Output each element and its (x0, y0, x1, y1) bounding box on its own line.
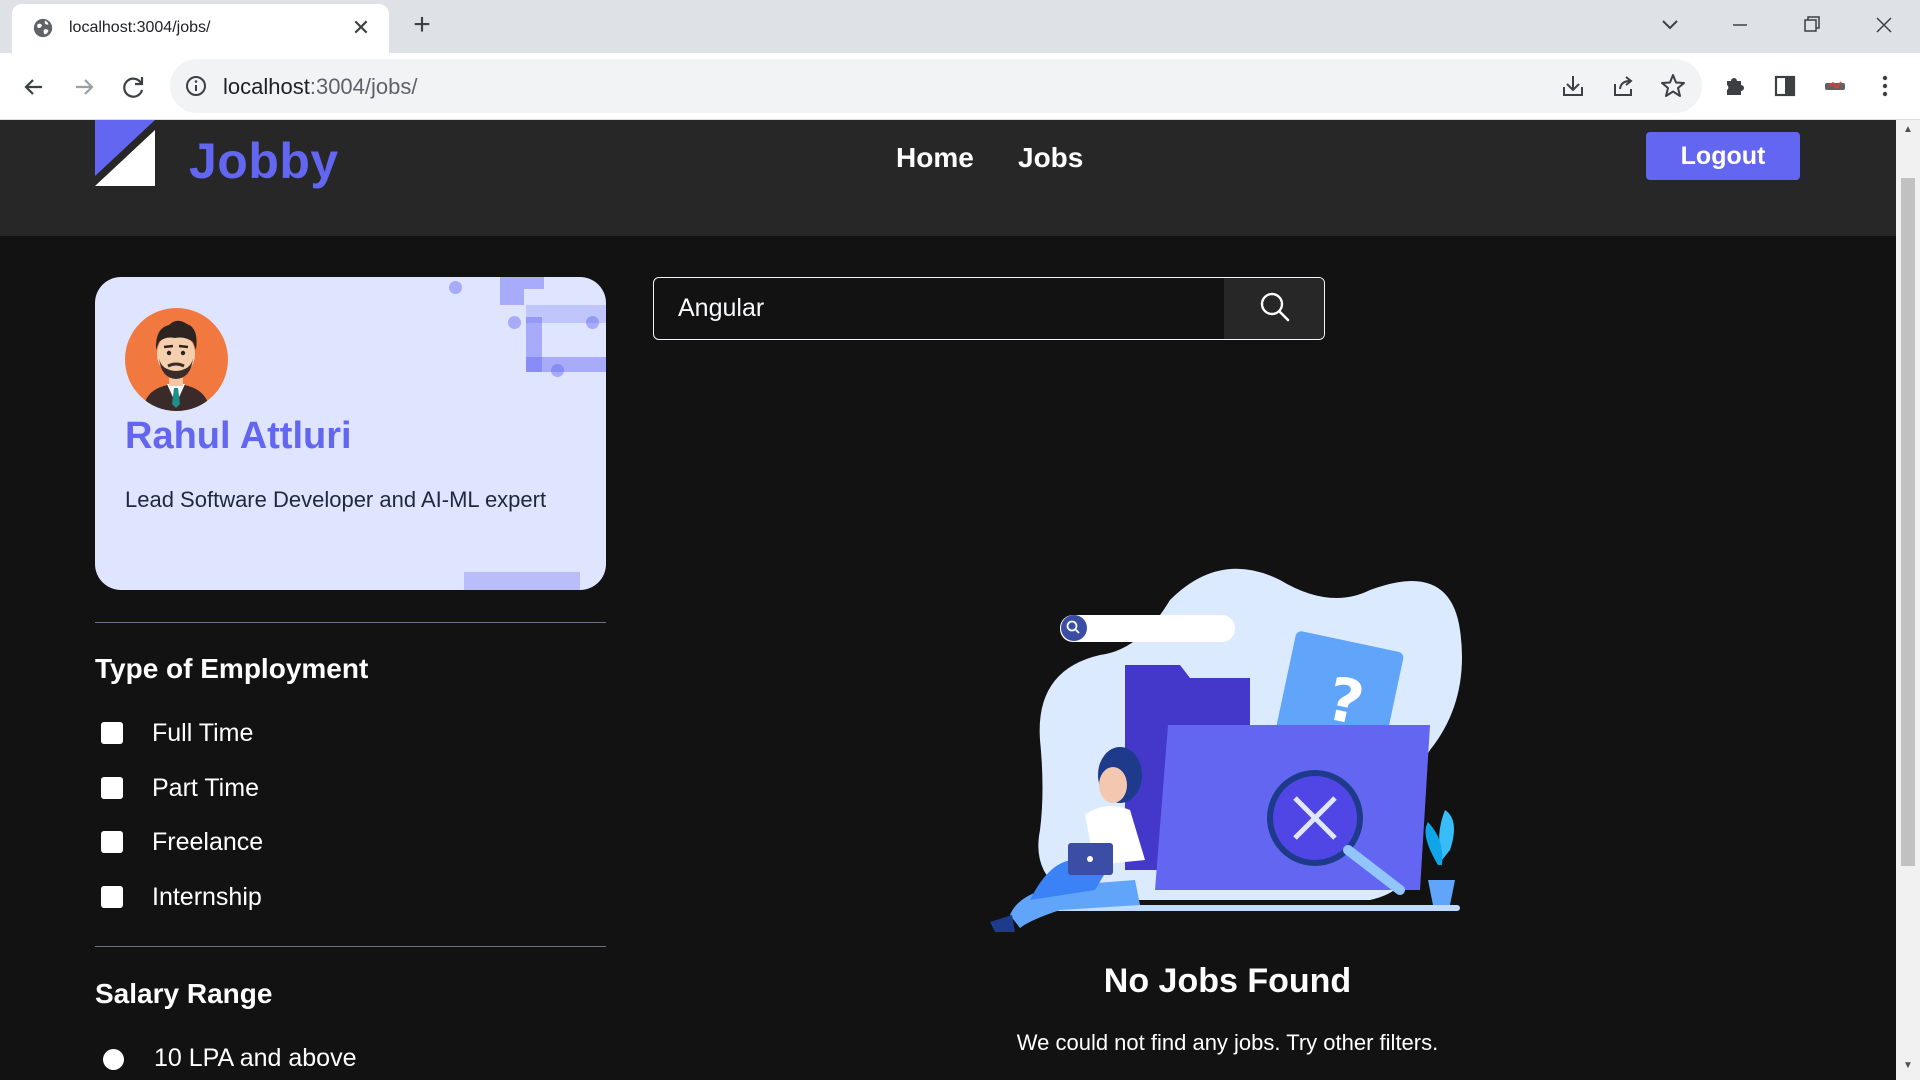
job-search-box (653, 277, 1325, 340)
page-scrollbar[interactable]: ▲ ▼ (1896, 120, 1920, 1080)
url-path: :3004/jobs/ (309, 74, 418, 99)
no-jobs-title: No Jobs Found (1103, 962, 1352, 1000)
menu-kebab-icon[interactable] (1869, 70, 1901, 102)
side-panel-icon[interactable] (1769, 70, 1801, 102)
address-bar[interactable]: localhost:3004/jobs/ (170, 59, 1702, 113)
profile-bio: Lead Software Developer and AI-ML expert (125, 487, 547, 512)
site-info-icon[interactable] (184, 74, 208, 98)
close-tab-icon[interactable]: ✕ (349, 16, 373, 40)
restore-icon[interactable] (1797, 10, 1827, 40)
nav-jobs-link[interactable]: Jobs (1018, 142, 1083, 174)
browser-tabstrip: localhost:3004/jobs/ ✕ + (0, 0, 1920, 53)
browser-toolbar: localhost:3004/jobs/ (0, 53, 1920, 120)
forward-arrow-icon[interactable] (66, 69, 102, 105)
site-header: Jobby Home Jobs Logout (0, 120, 1896, 236)
internship-checkbox[interactable] (101, 886, 123, 908)
jobby-logo-icon[interactable] (95, 120, 155, 186)
reload-icon[interactable] (116, 69, 152, 105)
new-tab-button[interactable]: + (408, 10, 436, 40)
freelance-checkbox[interactable] (101, 831, 123, 853)
divider (95, 946, 606, 947)
profile-name: Rahul Attluri (125, 415, 352, 457)
profile-avatar-icon (143, 320, 210, 411)
minimize-icon[interactable] (1725, 10, 1755, 40)
decor-dot (449, 281, 462, 294)
full-time-label[interactable]: Full Time (152, 719, 253, 748)
tab-title: localhost:3004/jobs/ (69, 19, 211, 36)
install-app-icon[interactable] (1557, 70, 1589, 102)
page: Jobby Home Jobs Logout Rahul Attluri Lea… (0, 120, 1896, 1080)
share-icon[interactable] (1607, 70, 1639, 102)
scroll-up-arrow-icon[interactable]: ▲ (1902, 124, 1914, 136)
globe-icon (33, 18, 53, 38)
url-host: localhost (223, 74, 310, 99)
part-time-label[interactable]: Part Time (152, 774, 259, 803)
internship-label[interactable]: Internship (152, 883, 262, 912)
avatar (125, 308, 228, 411)
search-button[interactable] (1224, 278, 1324, 339)
no-jobs-message: We could not find any jobs. Try other fi… (1016, 1030, 1439, 1055)
close-window-icon[interactable] (1869, 10, 1899, 40)
back-arrow-icon[interactable] (16, 69, 52, 105)
nav-home-link[interactable]: Home (896, 142, 974, 174)
decor-shape (526, 357, 606, 372)
logout-button[interactable]: Logout (1646, 132, 1800, 180)
search-icon (1260, 292, 1290, 322)
decor-dot (508, 316, 521, 329)
extensions-puzzle-icon[interactable] (1719, 70, 1751, 102)
url-text: localhost:3004/jobs/ (223, 74, 417, 100)
decor-shape (500, 277, 524, 305)
scrollbar-thumb[interactable] (1901, 178, 1915, 866)
full-time-checkbox[interactable] (101, 722, 123, 744)
freelance-label[interactable]: Freelance (152, 828, 263, 857)
extension-avatar-icon[interactable] (1819, 70, 1851, 102)
decor-dot (551, 364, 564, 377)
decor-shape (524, 277, 544, 289)
search-input[interactable] (654, 278, 1224, 339)
bookmark-star-icon[interactable] (1657, 70, 1689, 102)
no-jobs-illustration: ? (990, 568, 1462, 932)
brand-name[interactable]: Jobby (189, 132, 339, 190)
browser-tab[interactable]: localhost:3004/jobs/ ✕ (12, 4, 389, 53)
decor-bar (464, 572, 580, 590)
tab-search-icon[interactable] (1655, 10, 1685, 40)
profile-card: Rahul Attluri Lead Software Developer an… (95, 277, 606, 590)
scroll-down-arrow-icon[interactable]: ▼ (1902, 1060, 1914, 1072)
decor-dot (586, 316, 599, 329)
employment-type-heading: Type of Employment (95, 653, 369, 684)
divider (95, 622, 606, 623)
part-time-checkbox[interactable] (101, 777, 123, 799)
